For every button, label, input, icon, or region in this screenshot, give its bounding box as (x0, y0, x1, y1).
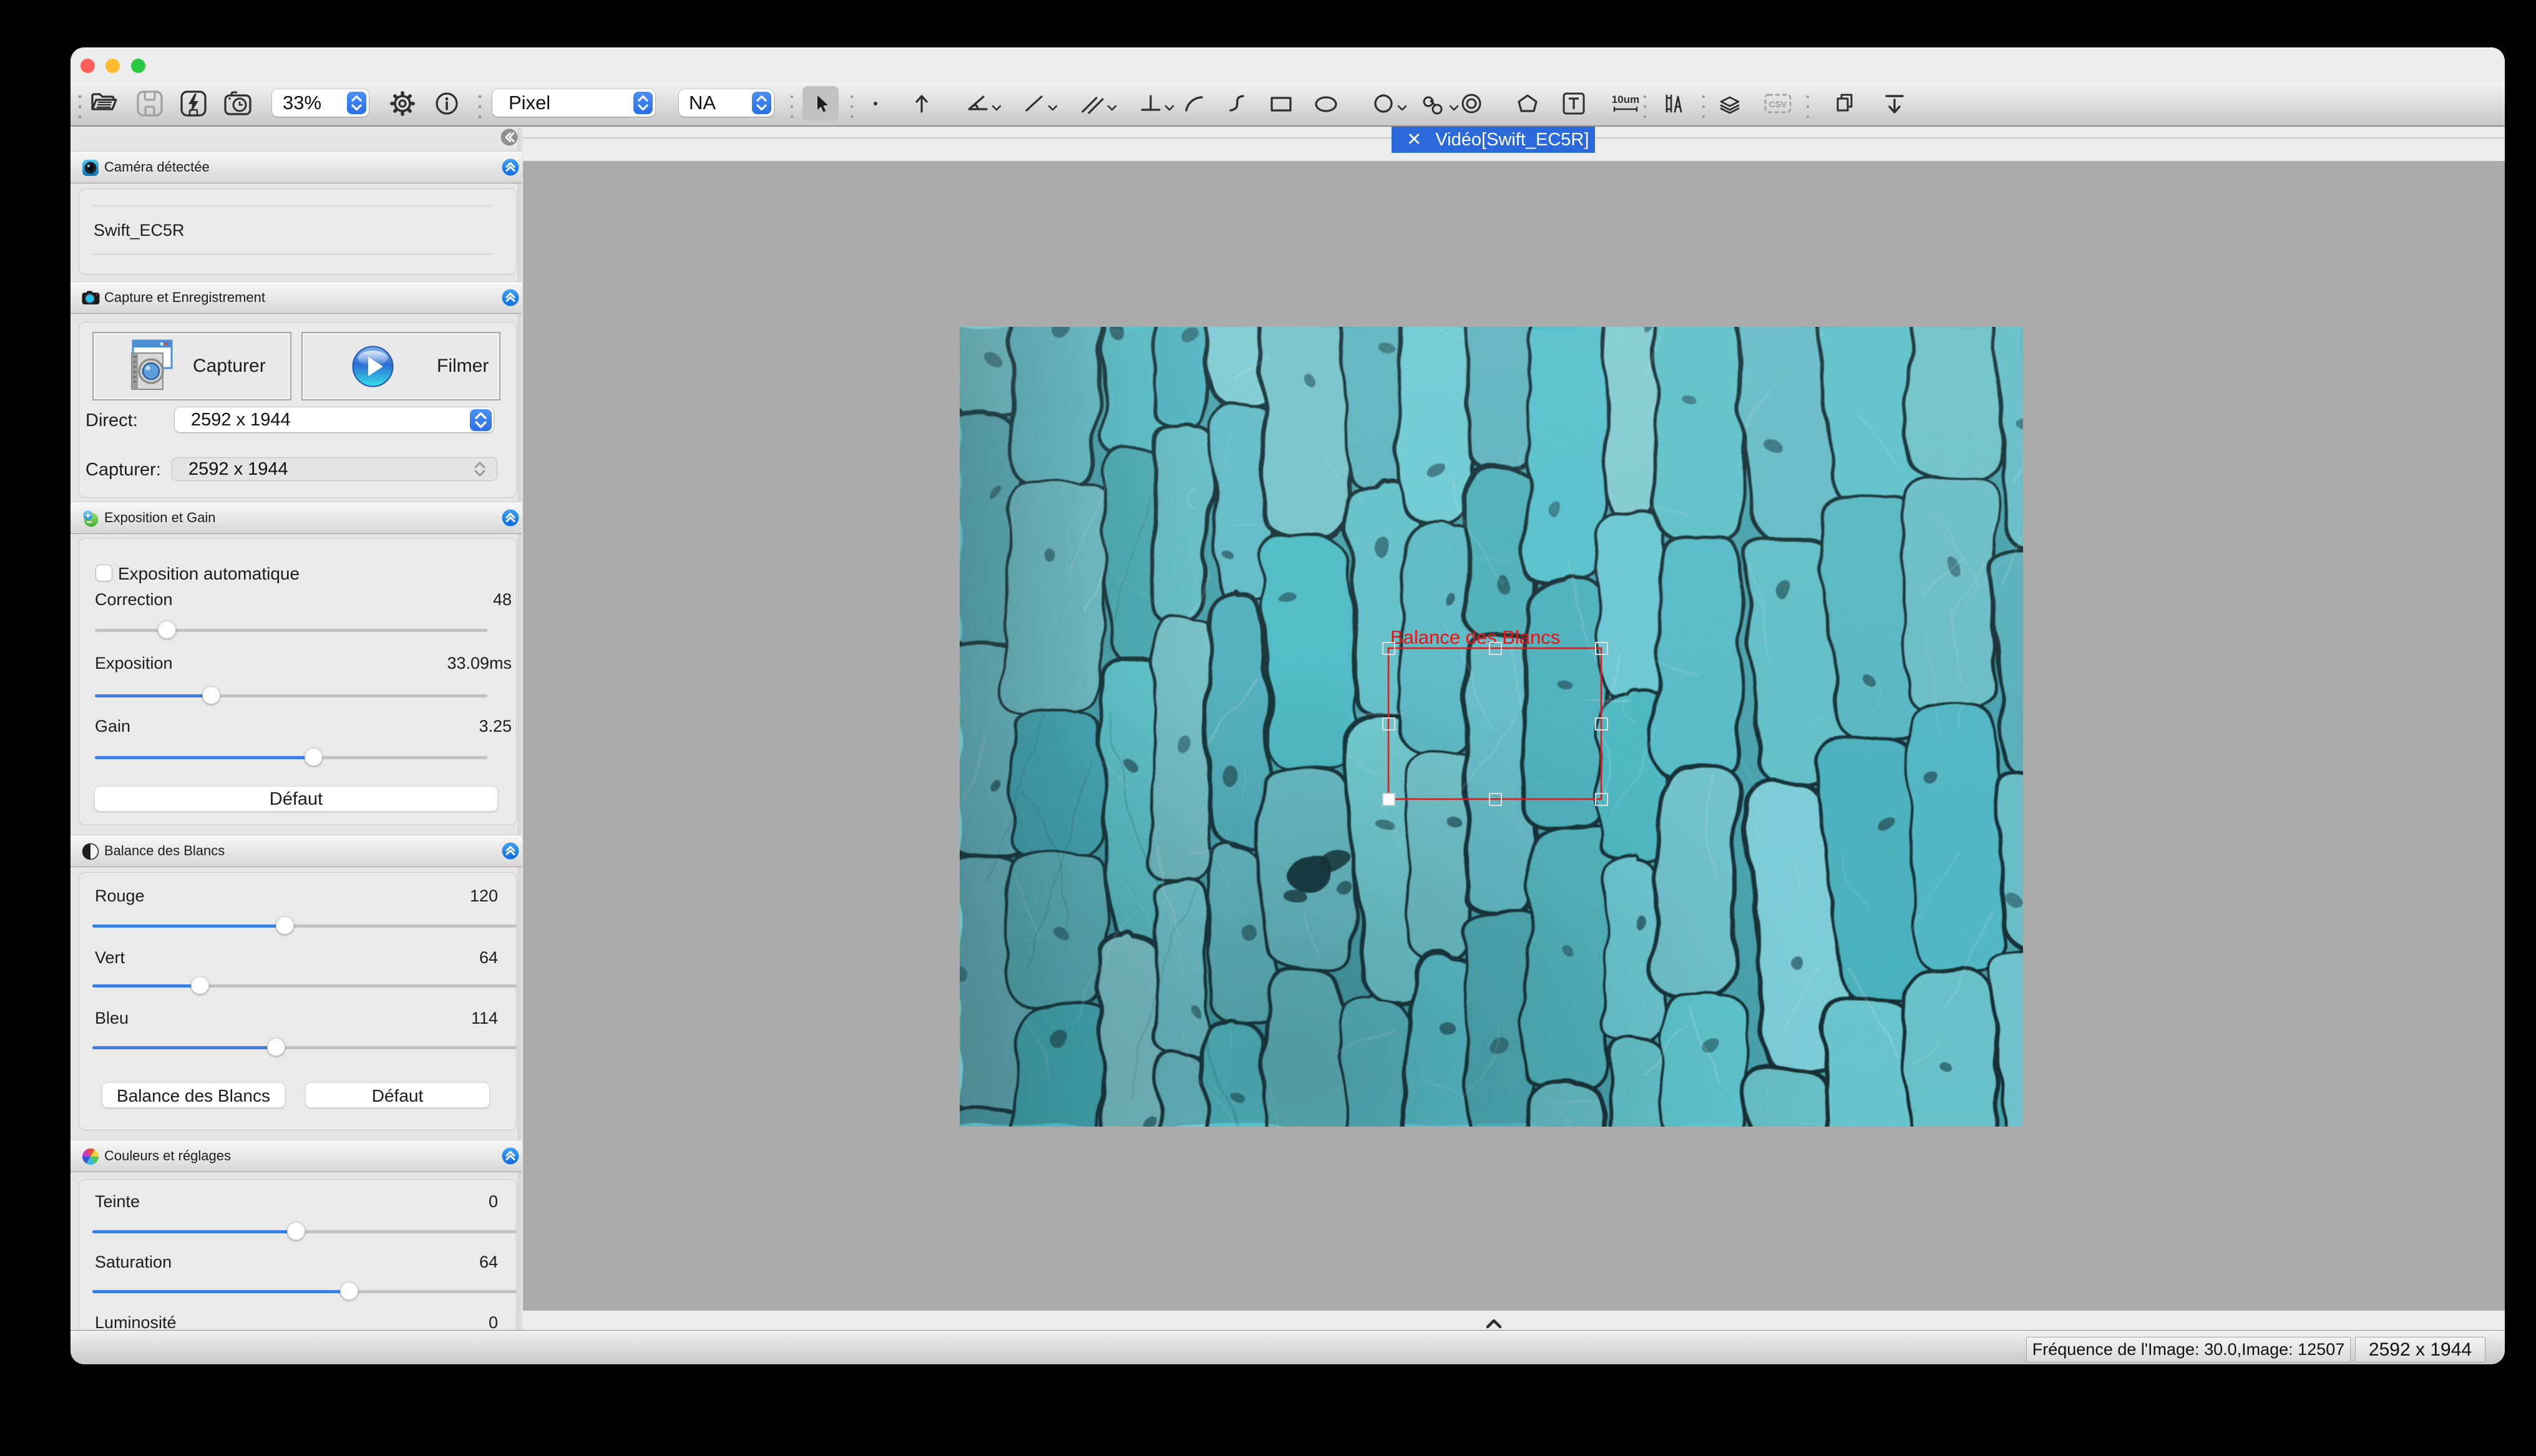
svg-text:CSV: CSV (1769, 99, 1787, 109)
svg-text:Balance des Blancs: Balance des Blancs (1390, 626, 1560, 648)
svg-text:10um: 10um (1612, 94, 1639, 105)
